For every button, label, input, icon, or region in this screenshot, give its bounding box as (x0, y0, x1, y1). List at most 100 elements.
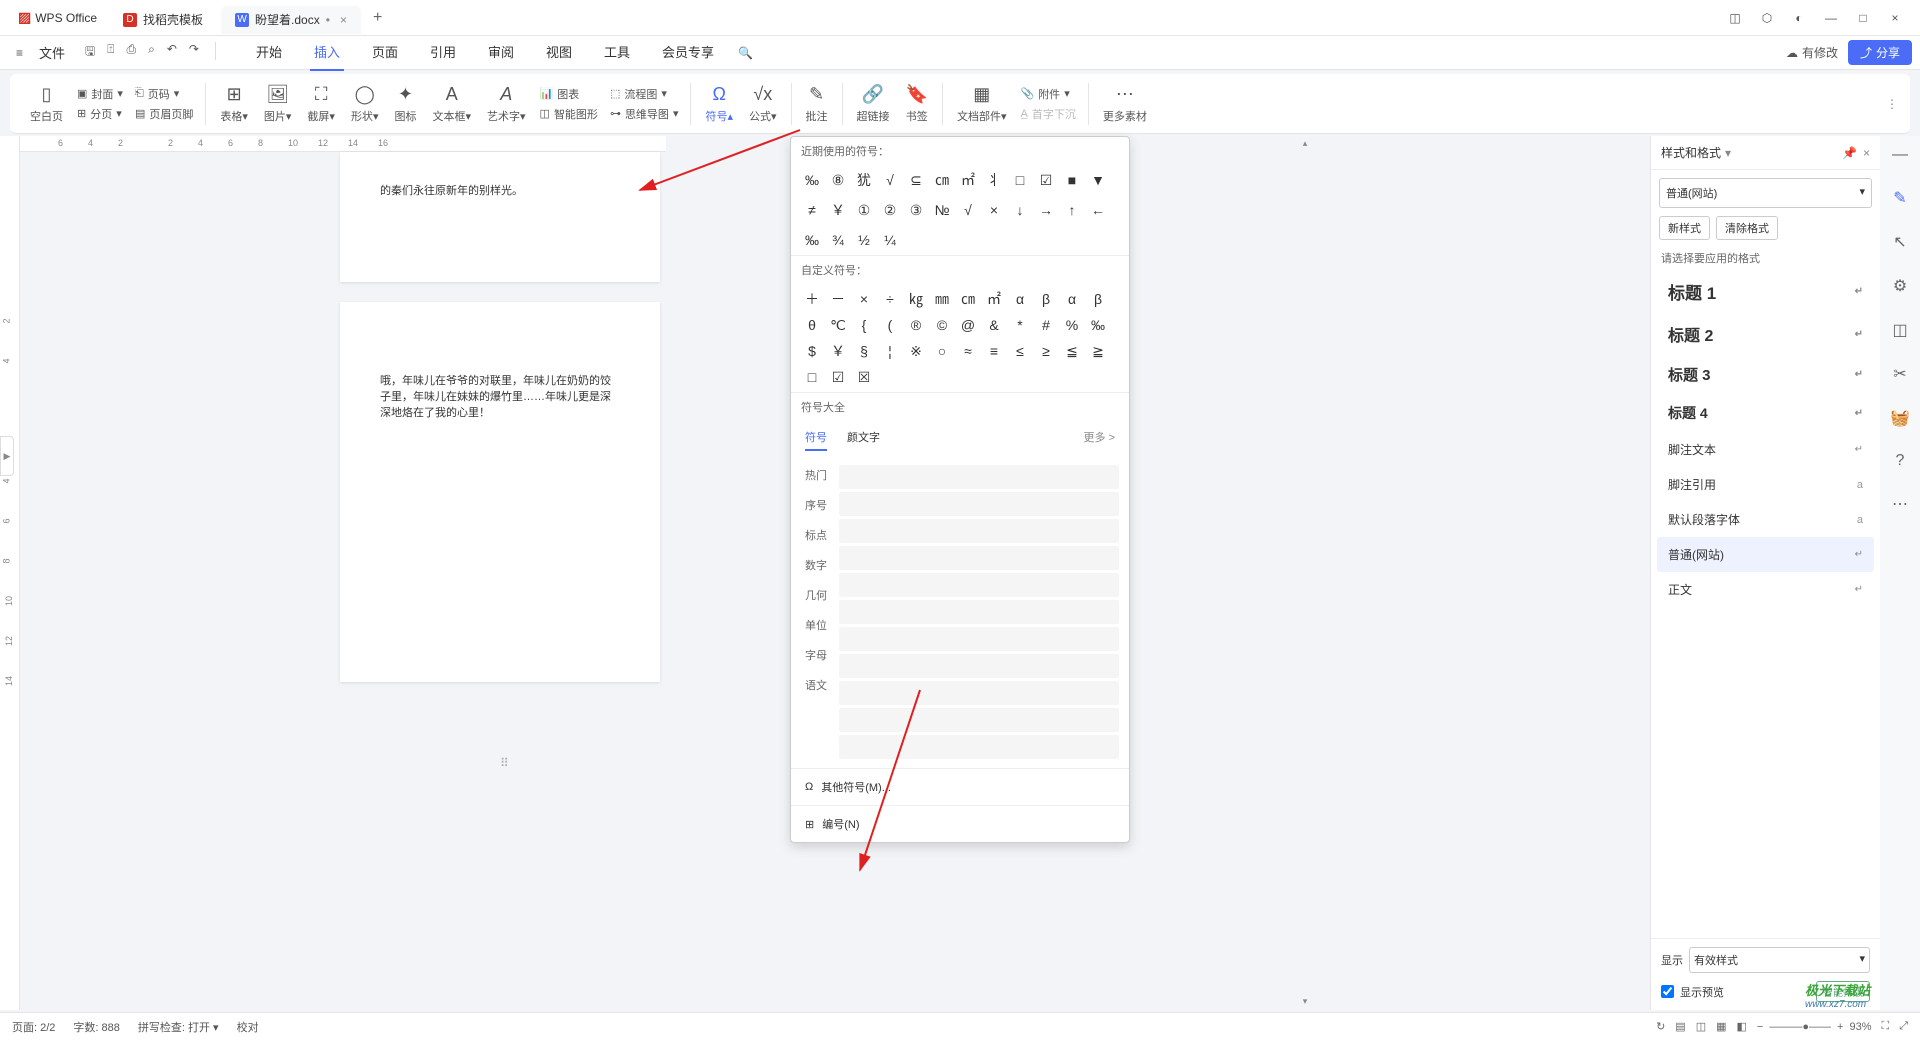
drag-handle-icon[interactable]: ⠿ (500, 756, 509, 770)
ribbon-attachment[interactable]: 📎附件▾ (1020, 86, 1075, 102)
symbol-category[interactable]: 字母 (801, 645, 831, 665)
symbol-cell[interactable]: → (1033, 197, 1059, 223)
clear-format-button[interactable]: 清除格式 (1716, 216, 1778, 240)
symbol-cell[interactable]: ℃ (825, 312, 851, 338)
symbol-cell[interactable]: № (929, 197, 955, 223)
style-item[interactable]: 标题 4↵ (1657, 394, 1874, 432)
close-panel-icon[interactable]: × (1863, 146, 1870, 160)
print-icon[interactable]: ⎙ (126, 42, 136, 63)
window-panel-icon[interactable]: ◫ (1728, 11, 1742, 25)
sidebar-collapse-icon[interactable]: — (1892, 146, 1908, 164)
symbol-cell[interactable]: □ (799, 364, 825, 390)
share-button[interactable]: ⤴ 分享 (1848, 40, 1912, 65)
symbol-cell[interactable]: ¾ (825, 227, 851, 253)
view-outline-icon[interactable]: ▦ (1716, 1020, 1726, 1033)
symbol-cell[interactable]: ½ (851, 227, 877, 253)
tab-start[interactable]: 开始 (252, 34, 286, 71)
style-item[interactable]: 脚注文本↵ (1657, 432, 1874, 467)
ribbon-icons[interactable]: ✦图标 (386, 84, 424, 124)
symbol-cell[interactable]: β (1033, 286, 1059, 312)
ribbon-shapes[interactable]: ◯形状▾ (343, 84, 387, 124)
status-words[interactable]: 字数: 888 (73, 1019, 119, 1035)
symbol-cell[interactable]: α (1059, 286, 1085, 312)
symbol-cell[interactable]: × (851, 286, 877, 312)
zoom-slider[interactable]: ———●—— (1769, 1021, 1831, 1033)
preview-checkbox[interactable] (1661, 985, 1674, 998)
symbol-category[interactable]: 标点 (801, 525, 831, 545)
scroll-up-icon[interactable]: ▴ (1298, 138, 1312, 152)
close-window-icon[interactable]: × (1888, 11, 1902, 25)
style-item[interactable]: 标题 3↵ (1657, 355, 1874, 394)
symbol-category[interactable]: 热门 (801, 465, 831, 485)
new-style-button[interactable]: 新样式 (1659, 216, 1710, 240)
more-symbols-button[interactable]: Ω 其他符号(M)... (791, 768, 1129, 805)
pencil-icon[interactable]: ✎ (1893, 188, 1906, 208)
symbol-cell[interactable]: ㎡ (955, 167, 981, 193)
ribbon-bookmark[interactable]: 🔖书签 (898, 84, 936, 124)
symbol-cell[interactable]: ＋ (799, 286, 825, 312)
symbol-cell[interactable]: ￥ (825, 197, 851, 223)
symbol-cell[interactable]: ☑ (825, 364, 851, 390)
search-icon[interactable]: 🔍 (738, 46, 753, 60)
zoom-out-button[interactable]: − (1757, 1021, 1763, 1033)
symbol-cell[interactable]: ￥ (825, 338, 851, 364)
symbol-cell[interactable]: ㎜ (929, 286, 955, 312)
new-tab-button[interactable]: + (363, 9, 392, 27)
symbol-cell[interactable]: √ (955, 197, 981, 223)
symbol-cell[interactable]: ↓ (1007, 197, 1033, 223)
symbol-category[interactable]: 数字 (801, 555, 831, 575)
symbol-cell[interactable]: ② (877, 197, 903, 223)
ribbon-header-footer[interactable]: ▤页眉页脚 (135, 106, 193, 122)
symbol-category[interactable]: 几何 (801, 585, 831, 605)
symbol-more-link[interactable]: 更多 > (1084, 429, 1115, 451)
ribbon-equation[interactable]: √x公式▾ (741, 84, 785, 124)
symbol-cell[interactable]: ↑ (1059, 197, 1085, 223)
ribbon-textbox[interactable]: A文本框▾ (424, 84, 479, 124)
help-icon[interactable]: ? (1896, 452, 1905, 470)
symbol-cell[interactable]: ≤ (1007, 338, 1033, 364)
pin-icon[interactable]: 📌 (1842, 146, 1857, 160)
minimize-icon[interactable]: — (1824, 11, 1838, 25)
symbol-cell[interactable]: ‰ (1085, 312, 1111, 338)
ribbon-collapse-icon[interactable]: ⋮ (1886, 97, 1898, 111)
status-page[interactable]: 页面: 2/2 (12, 1019, 55, 1035)
ribbon-comment[interactable]: ✎批注 (798, 84, 836, 124)
refresh-icon[interactable]: ↻ (1656, 1020, 1665, 1033)
symbol-cell[interactable]: ≥ (1033, 338, 1059, 364)
tab-tools[interactable]: 工具 (600, 34, 634, 71)
hamburger-icon[interactable]: ≡ (8, 46, 31, 60)
tab-templates[interactable]: D 找稻壳模板 (109, 6, 217, 34)
symbol-cell[interactable]: √ (877, 167, 903, 193)
symbol-tab-symbols[interactable]: 符号 (805, 429, 827, 451)
status-proof[interactable]: 校对 (237, 1019, 259, 1035)
symbol-cell[interactable]: 犹 (851, 167, 877, 193)
ribbon-section[interactable]: ⊞分页▾ (77, 106, 123, 122)
ribbon-more[interactable]: ⋯更多素材 (1095, 84, 1155, 124)
tab-view[interactable]: 视图 (542, 34, 576, 71)
symbol-cell[interactable]: ㎝ (929, 167, 955, 193)
numbering-button[interactable]: ⊞ 编号(N) (791, 805, 1129, 842)
symbol-cell[interactable]: ㎡ (981, 286, 1007, 312)
current-style-select[interactable]: 普通(网站) ▾ (1659, 178, 1872, 208)
style-item[interactable]: 脚注引用a (1657, 467, 1874, 502)
ribbon-table[interactable]: ⊞表格▾ (212, 84, 256, 124)
symbol-cell[interactable]: ≈ (955, 338, 981, 364)
tools-icon[interactable]: ✂ (1893, 364, 1906, 384)
view-read-icon[interactable]: ◧ (1737, 1020, 1747, 1033)
symbol-tab-emoji[interactable]: 颜文字 (847, 429, 880, 451)
symbol-cell[interactable]: □ (1007, 167, 1033, 193)
symbol-cell[interactable]: ≡ (981, 338, 1007, 364)
tab-review[interactable]: 审阅 (484, 34, 518, 71)
layers-icon[interactable]: ◫ (1892, 320, 1907, 340)
cursor-icon[interactable]: ↖ (1893, 232, 1906, 252)
file-menu[interactable]: 文件 (31, 43, 73, 62)
preview-icon[interactable]: ⌕ (148, 42, 155, 63)
left-collapse-button[interactable]: ▶ (0, 436, 14, 476)
more-icon[interactable]: ⋯ (1892, 494, 1908, 514)
ribbon-chart[interactable]: 📊图表 (540, 86, 598, 102)
ribbon-blank-page[interactable]: ▯空白页 (22, 84, 71, 124)
symbol-category[interactable]: 单位 (801, 615, 831, 635)
style-item[interactable]: 默认段落字体a (1657, 502, 1874, 537)
symbol-cell[interactable]: { (851, 312, 877, 338)
symbol-cell[interactable]: * (1007, 312, 1033, 338)
